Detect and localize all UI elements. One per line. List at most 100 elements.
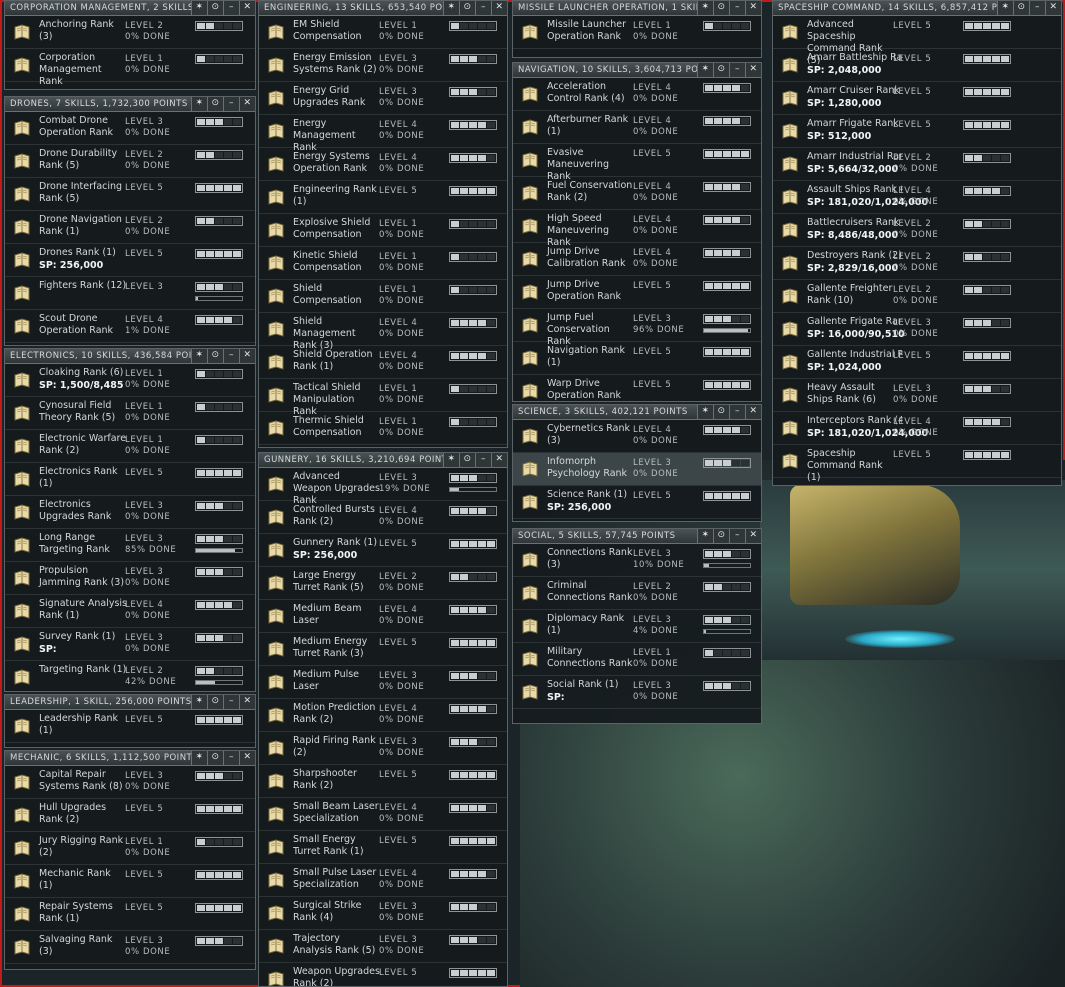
skill-row[interactable]: Small Beam Laser Specialization LEVEL 4 0%… <box>259 798 507 831</box>
panel-gunnery[interactable]: GUNNERY, 16 SKILLS, 3,210,694 POINTS ✶ ⊙ – ✕… <box>258 452 508 987</box>
skill-row[interactable]: Engineering Rank (1) LEVEL 5 <box>259 181 507 214</box>
skill-row[interactable]: Survey Rank (1) SP: LEVEL 3 0% DONE <box>5 628 255 661</box>
panel-header[interactable]: MISSILE LAUNCHER OPERATION, 1 SKILL ✶ ⊙ – ✕ <box>513 1 761 16</box>
skill-row[interactable]: Fighters Rank (12) LEVEL 3 <box>5 277 255 310</box>
skill-row[interactable]: Anchoring Rank (3) LEVEL 2 0% DONE <box>5 16 255 49</box>
skill-row[interactable]: Acceleration Control Rank (4) LEVEL 4 0% D… <box>513 78 761 111</box>
skill-row[interactable]: Motion Prediction Rank (2) LEVEL 4 0% DONE <box>259 699 507 732</box>
minimize-icon[interactable]: – <box>223 1 239 15</box>
skill-row[interactable]: Energy Management Rank LEVEL 4 0% DONE <box>259 115 507 153</box>
options-icon[interactable]: ✶ <box>697 1 713 15</box>
skill-row[interactable]: Kinetic Shield Compensation LEVEL 1 0% DON… <box>259 247 507 280</box>
skill-row[interactable]: Gunnery Rank (1) SP: 256,000 LEVEL 5 <box>259 534 507 567</box>
settings-icon[interactable]: ⊙ <box>1013 1 1029 15</box>
panel-science[interactable]: SCIENCE, 3 SKILLS, 402,121 POINTS ✶ ⊙ – ✕ Cyb… <box>512 404 762 522</box>
skill-row[interactable]: Science Rank (1) SP: 256,000 LEVEL 5 <box>513 486 761 519</box>
skill-row[interactable]: Amarr Battleship Rank (8) SP: 2,048,000 LE… <box>773 49 1061 82</box>
minimize-icon[interactable]: – <box>223 349 239 363</box>
skill-row[interactable]: Repair Systems Rank (1) LEVEL 5 <box>5 898 255 931</box>
close-icon[interactable]: ✕ <box>239 751 255 765</box>
skill-row[interactable]: Heavy Assault Ships Rank (6) LEVEL 3 0% DO… <box>773 379 1061 412</box>
panel-header[interactable]: GUNNERY, 16 SKILLS, 3,210,694 POINTS ✶ ⊙ – ✕ <box>259 453 507 468</box>
panel-spaceship-command[interactable]: SPACESHIP COMMAND, 14 SKILLS, 6,857,412 … <box>772 0 1062 486</box>
panel-header[interactable]: MECHANIC, 6 SKILLS, 1,112,500 POINTS ✶ ⊙ – ✕ <box>5 751 255 766</box>
skill-row[interactable]: Shield Operation Rank (1) LEVEL 4 0% DONE <box>259 346 507 379</box>
skill-row[interactable]: Cybernetics Rank (3) LEVEL 4 0% DONE <box>513 420 761 453</box>
close-icon[interactable]: ✕ <box>239 1 255 15</box>
settings-icon[interactable]: ⊙ <box>713 405 729 419</box>
minimize-icon[interactable]: – <box>729 529 745 543</box>
skill-row[interactable]: Battlecruisers Rank (6) SP: 8,486/48,000L… <box>773 214 1061 247</box>
skill-row[interactable]: Shield Compensation LEVEL 1 0% DONE <box>259 280 507 313</box>
options-icon[interactable]: ✶ <box>443 453 459 467</box>
close-icon[interactable]: ✕ <box>239 97 255 111</box>
skill-row[interactable]: Infomorph Psychology Rank LEVEL 3 0% DONE <box>513 453 761 486</box>
skill-row[interactable]: Diplomacy Rank (1) LEVEL 3 4% DONE <box>513 610 761 643</box>
panel-leadership[interactable]: LEADERSHIP, 1 SKILL, 256,000 POINTS ✶ ⊙ – ✕ L… <box>4 694 256 748</box>
panel-header[interactable]: ENGINEERING, 13 SKILLS, 653,540 POINTS ✶ ⊙… <box>259 1 507 16</box>
panel-header[interactable]: CORPORATION MANAGEMENT, 2 SKILLS, 2 ✶ ⊙ – ✕ <box>5 1 255 16</box>
panel-missile[interactable]: MISSILE LAUNCHER OPERATION, 1 SKILL ✶ ⊙ – ✕ M… <box>512 0 762 58</box>
skill-row[interactable]: Warp Drive Operation Rank LEVEL 5 <box>513 375 761 401</box>
skill-row[interactable]: High Speed Maneuvering Rank LEVEL 4 0% DON… <box>513 210 761 248</box>
skill-row[interactable]: Long Range Targeting Rank LEVEL 3 85% DONE <box>5 529 255 562</box>
skill-row[interactable]: Amarr Cruiser Rank (5) SP: 1,280,000 LEVEL… <box>773 82 1061 115</box>
skill-row[interactable]: Signature Analysis Rank (1) LEVEL 4 0% DON… <box>5 595 255 628</box>
skill-row[interactable]: Electronics Rank (1) LEVEL 5 <box>5 463 255 496</box>
panel-mechanic[interactable]: MECHANIC, 6 SKILLS, 1,112,500 POINTS ✶ ⊙ – ✕… <box>4 750 256 970</box>
skill-row[interactable]: Rapid Firing Rank (2) LEVEL 3 0% DONE <box>259 732 507 765</box>
skill-row[interactable]: Destroyers Rank (2) SP: 2,829/16,000 LEVEL… <box>773 247 1061 280</box>
skill-row[interactable]: Salvaging Rank (3) LEVEL 3 0% DONE <box>5 931 255 964</box>
settings-icon[interactable]: ⊙ <box>713 63 729 77</box>
skill-row[interactable]: Controlled Bursts Rank (2) LEVEL 4 0% DONE <box>259 501 507 534</box>
skill-row[interactable]: Cloaking Rank (6) SP: 1,500/8,485 LEVEL 10… <box>5 364 255 397</box>
skill-row[interactable]: Military Connections Rank LEVEL 1 0% DONE <box>513 643 761 676</box>
panel-header[interactable]: SCIENCE, 3 SKILLS, 402,121 POINTS ✶ ⊙ – ✕ <box>513 405 761 420</box>
skill-row[interactable]: Thermic Shield Compensation LEVEL 1 0% DON… <box>259 412 507 445</box>
skill-row[interactable]: Evasive Maneuvering Rank LEVEL 5 <box>513 144 761 182</box>
panel-corp[interactable]: CORPORATION MANAGEMENT, 2 SKILLS, 2 ✶ ⊙ – ✕ A… <box>4 0 256 90</box>
options-icon[interactable]: ✶ <box>191 1 207 15</box>
panel-header[interactable]: SOCIAL, 5 SKILLS, 57,745 POINTS ✶ ⊙ – ✕ <box>513 529 761 544</box>
skill-row[interactable]: Weapon Upgrades Rank (2) LEVEL 5 <box>259 963 507 986</box>
options-icon[interactable]: ✶ <box>443 1 459 15</box>
skill-row[interactable]: Assault Ships Rank (4)SP: 181,020/1,024,… <box>773 181 1061 214</box>
options-icon[interactable]: ✶ <box>997 1 1013 15</box>
options-icon[interactable]: ✶ <box>697 405 713 419</box>
skill-row[interactable]: Sharpshooter Rank (2) LEVEL 5 <box>259 765 507 798</box>
skill-row[interactable]: Leadership Rank (1) LEVEL 5 <box>5 710 255 743</box>
close-icon[interactable]: ✕ <box>745 405 761 419</box>
skill-row[interactable]: Energy Grid Upgrades Rank LEVEL 3 0% DONE <box>259 82 507 115</box>
skill-row[interactable]: Electronics Upgrades Rank LEVEL 3 0% DONE <box>5 496 255 529</box>
panel-header[interactable]: SPACESHIP COMMAND, 14 SKILLS, 6,857,412 … <box>773 1 1061 16</box>
skill-row[interactable]: Amarr Frigate Rank (2) SP: 512,000 LEVEL 5 <box>773 115 1061 148</box>
skill-row[interactable]: Advanced Spaceship Command Rank (5) LEVEL… <box>773 16 1061 66</box>
settings-icon[interactable]: ⊙ <box>207 751 223 765</box>
panel-drones[interactable]: DRONES, 7 SKILLS, 1,732,300 POINTS ✶ ⊙ – ✕ Co… <box>4 96 256 346</box>
settings-icon[interactable]: ⊙ <box>207 1 223 15</box>
skill-row[interactable]: Fuel Conservation Rank (2) LEVEL 4 0% DONE <box>513 177 761 210</box>
close-icon[interactable]: ✕ <box>239 349 255 363</box>
skill-row[interactable]: Jump Drive Calibration Rank LEVEL 4 0% DON… <box>513 243 761 276</box>
skill-row[interactable]: Gallente Industrial Rank (4) SP: 1,024,00… <box>773 346 1061 379</box>
close-icon[interactable]: ✕ <box>745 1 761 15</box>
settings-icon[interactable]: ⊙ <box>207 97 223 111</box>
options-icon[interactable]: ✶ <box>191 97 207 111</box>
skill-row[interactable]: Hull Upgrades Rank (2) LEVEL 5 <box>5 799 255 832</box>
skill-row[interactable]: Trajectory Analysis Rank (5) LEVEL 3 0% DO… <box>259 930 507 963</box>
skill-row[interactable]: Combat Drone Operation Rank LEVEL 3 0% DON… <box>5 112 255 145</box>
skill-row[interactable]: Small Energy Turret Rank (1) LEVEL 5 <box>259 831 507 864</box>
minimize-icon[interactable]: – <box>1029 1 1045 15</box>
minimize-icon[interactable]: – <box>475 453 491 467</box>
skill-row[interactable]: Propulsion Jamming Rank (3) LEVEL 3 0% DON… <box>5 562 255 595</box>
minimize-icon[interactable]: – <box>475 1 491 15</box>
panel-header[interactable]: DRONES, 7 SKILLS, 1,732,300 POINTS ✶ ⊙ – ✕ <box>5 97 255 112</box>
skill-row[interactable]: Drone Durability Rank (5) LEVEL 2 0% DONE <box>5 145 255 178</box>
minimize-icon[interactable]: – <box>729 63 745 77</box>
skill-row[interactable]: Afterburner Rank (1) LEVEL 4 0% DONE <box>513 111 761 144</box>
close-icon[interactable]: ✕ <box>1045 1 1061 15</box>
options-icon[interactable]: ✶ <box>191 349 207 363</box>
skill-row[interactable]: Tactical Shield Manipulation Rank LEVEL 1… <box>259 379 507 417</box>
close-icon[interactable]: ✕ <box>239 695 255 709</box>
skill-row[interactable]: Medium Beam Laser LEVEL 4 0% DONE <box>259 600 507 633</box>
